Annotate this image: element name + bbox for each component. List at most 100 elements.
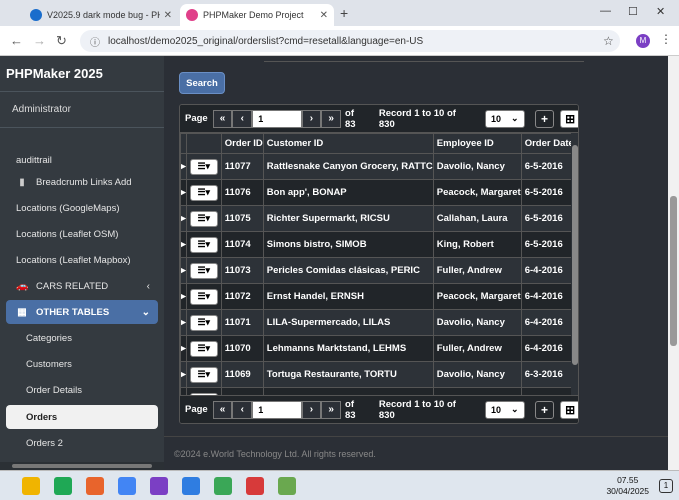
table-row[interactable]: ▸ ☰▾ 11075 Richter Supermarkt, RICSU Callaha… (180, 205, 575, 232)
sidebar-item-cars-related[interactable]: 🚗 CARS RELATED ‹ (6, 274, 158, 298)
forward-arrow-icon[interactable]: → (33, 33, 46, 48)
sidebar-item-locations-leaflet-osm[interactable]: Locations (Leaflet OSM) (6, 222, 158, 246)
order-date-cell: 6-4-2016 (520, 257, 575, 284)
column-header-order-date[interactable]: Order Date (520, 133, 575, 154)
table-row[interactable]: ▸ ☰▾ 11071 LILA-Supermercado, LILAS Davolio,… (180, 309, 575, 336)
inline-add-button[interactable]: ⊞ (560, 109, 578, 128)
sidebar-item-breadcrumb-links-add[interactable]: ▮ Breadcrumb Links Add (6, 170, 158, 194)
employee-id-cell: Peacock, Margaret (432, 283, 522, 310)
sidebar-item-orders[interactable]: Orders (6, 405, 158, 429)
browser-menu-icon[interactable]: ⋮ (660, 32, 672, 46)
employee-id-cell: Davolio, Nancy (432, 309, 522, 336)
table-row[interactable]: ▸ ☰▾ 11073 Pericles Comidas clásicas, PERIC… (180, 257, 575, 284)
employee-id-cell: Fuller, Andrew (432, 257, 522, 284)
row-actions-button[interactable]: ☰▾ (189, 236, 218, 253)
last-page-button[interactable]: » (321, 109, 342, 128)
next-page-button[interactable]: › (301, 400, 322, 419)
prev-page-button[interactable]: ‹ (232, 109, 253, 128)
sidebar-item-locations-leaflet-mapbox[interactable]: Locations (Leaflet Mapbox) (6, 248, 158, 272)
firefox-icon[interactable] (86, 477, 104, 495)
column-header-employee-id[interactable]: Employee ID (432, 133, 522, 154)
url-field[interactable]: ⓘ localhost/demo2025_original/orderslist… (80, 30, 620, 52)
sidebar-item-other-tables[interactable]: ▦ OTHER TABLES ⌄ (6, 300, 158, 324)
first-page-button[interactable]: « (212, 400, 233, 419)
grid-vertical-scrollbar[interactable] (571, 133, 578, 395)
page-number-input[interactable]: 1 (252, 400, 302, 419)
sidebar-item-customers[interactable]: Customers (6, 352, 158, 376)
order-id-cell: 11077 (220, 153, 264, 180)
close-tab-icon[interactable]: ✕ (164, 10, 172, 21)
page-number-input[interactable]: 1 (252, 109, 302, 128)
next-page-button[interactable]: › (301, 109, 322, 128)
column-header-customer-id[interactable]: Customer ID (262, 133, 434, 154)
page-size-select[interactable]: 10 ⌄ (485, 109, 525, 128)
app-grid-icon[interactable] (214, 477, 232, 495)
orders-table: Order ID Customer ID Employee ID Order D… (180, 133, 575, 414)
notification-badge[interactable]: 1 (659, 479, 673, 493)
browser-tab-bar: V2025.9 dark mode bug - PHPMaker ✕ PHPMa… (0, 0, 679, 26)
scrollbar-thumb[interactable] (670, 196, 677, 346)
notepad-icon[interactable] (278, 477, 296, 495)
search-button[interactable]: Search (179, 72, 225, 94)
column-header-order-id[interactable]: Order ID (220, 133, 264, 154)
row-actions-button[interactable]: ☰▾ (189, 262, 218, 279)
file-explorer-icon[interactable] (22, 477, 40, 495)
browser-tab-demo[interactable]: PHPMaker Demo Project ✕ (180, 4, 334, 26)
new-tab-button[interactable]: + (340, 5, 348, 21)
row-actions-button[interactable]: ☰▾ (189, 158, 218, 175)
page-vertical-scrollbar[interactable] (668, 56, 679, 470)
row-actions-button[interactable]: ☰▾ (189, 314, 218, 331)
profile-avatar[interactable]: M (636, 34, 650, 48)
table-row[interactable]: ▸ ☰▾ 11076 Bon app', BONAP Peacock, Margaret… (180, 179, 575, 206)
table-row[interactable]: ▸ ☰▾ 11072 Ernst Handel, ERNSH Peacock, Marg… (180, 283, 575, 310)
table-row[interactable]: ▸ ☰▾ 11069 Tortuga Restaurante, TORTU Davoli… (180, 361, 575, 388)
sidebar-item-orders-2[interactable]: Orders 2 (6, 431, 158, 455)
whatsapp-icon[interactable] (54, 477, 72, 495)
sidebar-item-label: Categories (26, 332, 72, 344)
order-id-cell: 11072 (220, 283, 264, 310)
sidebar-item-audittrail[interactable]: audittrail (6, 148, 158, 172)
sidebar-item-locations-googlemaps[interactable]: Locations (GoogleMaps) (6, 196, 158, 220)
minimize-button[interactable]: — (600, 5, 611, 17)
row-actions-button[interactable]: ☰▾ (189, 366, 218, 383)
row-actions-button[interactable]: ☰▾ (189, 288, 218, 305)
taskbar-clock[interactable]: 07.55 30/04/2025 (606, 475, 649, 497)
bookmark-star-icon[interactable]: ☆ (603, 34, 614, 48)
row-actions-cell: ☰▾ (185, 283, 222, 310)
row-actions-button[interactable]: ☰▾ (189, 340, 218, 357)
page-label: Page (185, 113, 208, 124)
last-page-button[interactable]: » (321, 400, 342, 419)
first-page-button[interactable]: « (212, 109, 233, 128)
close-tab-icon[interactable]: ✕ (320, 10, 328, 21)
inline-add-button[interactable]: ⊞ (560, 400, 578, 419)
pager-bottom: Page « ‹ 1 › » of 83 Record 1 to 10 of 8… (180, 395, 578, 423)
brand-title[interactable]: PHPMaker 2025 (0, 56, 164, 92)
back-arrow-icon[interactable]: ← (10, 33, 23, 48)
close-window-button[interactable]: ✕ (656, 5, 665, 18)
page-size-select[interactable]: 10 ⌄ (485, 400, 525, 419)
media-player-icon[interactable] (182, 477, 200, 495)
row-actions-button[interactable]: ☰▾ (189, 210, 218, 227)
sidebar-item-categories[interactable]: Categories (6, 326, 158, 350)
row-actions-cell: ☰▾ (185, 257, 222, 284)
chrome-profile-icon[interactable] (150, 477, 168, 495)
browser-tab-forum[interactable]: V2025.9 dark mode bug - PHPMaker ✕ (24, 4, 178, 26)
add-record-button[interactable]: + (534, 400, 555, 419)
scrollbar-thumb[interactable] (572, 145, 578, 365)
site-info-icon[interactable]: ⓘ (90, 34, 100, 49)
reload-icon[interactable]: ↻ (56, 33, 67, 49)
maximize-button[interactable]: ☐ (628, 5, 638, 18)
table-row[interactable]: ▸ ☰▾ 11077 Rattlesnake Canyon Grocery, RATT… (180, 153, 575, 180)
sidebar-horizontal-scrollbar[interactable] (0, 462, 164, 470)
chrome-icon[interactable] (118, 477, 136, 495)
add-record-button[interactable]: + (534, 109, 555, 128)
address-bar: ← → ↻ ⓘ localhost/demo2025_original/orde… (0, 26, 679, 56)
user-name[interactable]: Administrator (0, 92, 164, 128)
pdf-reader-icon[interactable] (246, 477, 264, 495)
row-actions-button[interactable]: ☰▾ (189, 184, 218, 201)
scrollbar-thumb[interactable] (12, 464, 152, 468)
table-row[interactable]: ▸ ☰▾ 11070 Lehmanns Marktstand, LEHMS Fuller… (180, 335, 575, 362)
prev-page-button[interactable]: ‹ (232, 400, 253, 419)
sidebar-item-order-details[interactable]: Order Details (6, 378, 158, 402)
table-row[interactable]: ▸ ☰▾ 11074 Simons bistro, SIMOB King, Robert… (180, 231, 575, 258)
